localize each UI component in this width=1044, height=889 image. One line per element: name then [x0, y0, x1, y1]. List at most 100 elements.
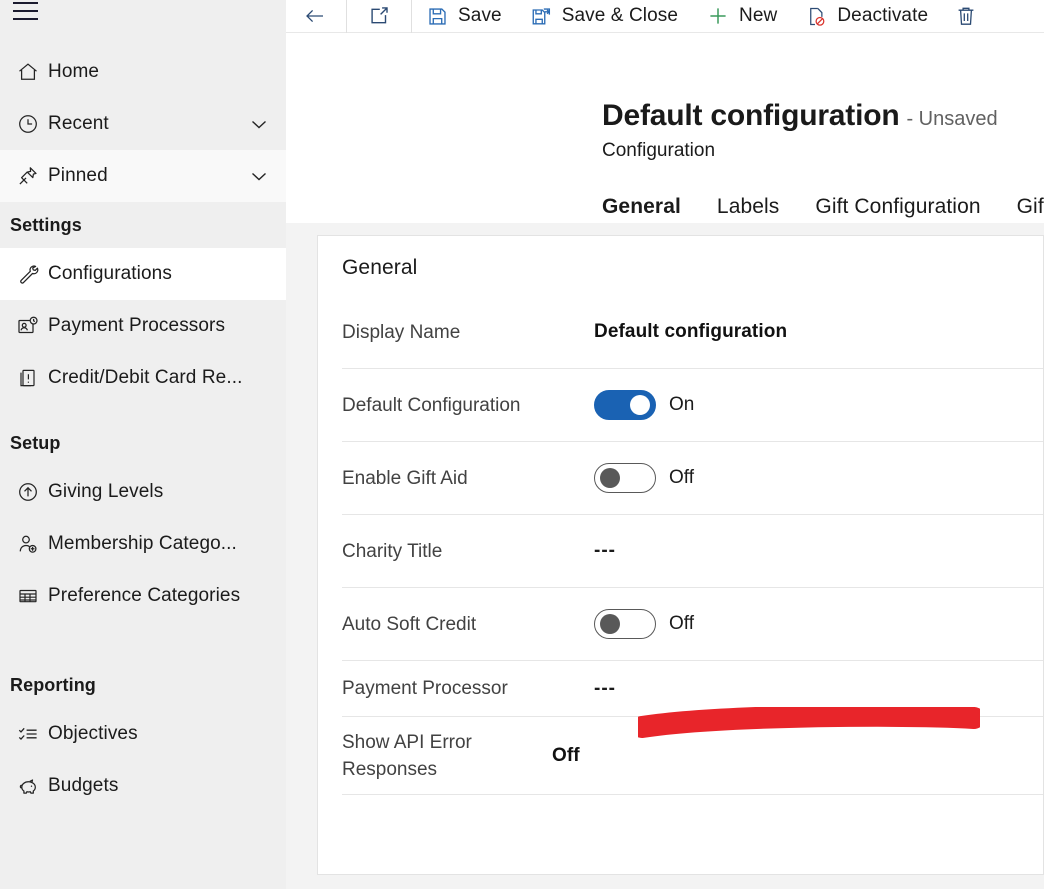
save-label: Save [458, 5, 502, 27]
sidebar: Home Recent [0, 0, 286, 889]
auto-soft-credit-toggle[interactable] [594, 609, 656, 639]
new-label: New [739, 5, 777, 27]
open-in-new-button[interactable] [347, 0, 411, 33]
deactivate-button[interactable]: Deactivate [791, 0, 942, 33]
grid-table-icon [8, 584, 48, 608]
sidebar-item-label: Credit/Debit Card Re... [48, 367, 272, 389]
sidebar-group-reporting-title: Reporting [0, 662, 286, 708]
sidebar-item-configurations[interactable]: Configurations [0, 248, 286, 300]
hamburger-line [13, 10, 38, 12]
trash-icon [954, 4, 978, 28]
form-card: General Display Name Default configurati… [317, 235, 1044, 875]
sidebar-item-label: Configurations [48, 263, 272, 285]
tab-label: Labels [717, 195, 779, 218]
save-button[interactable]: Save [412, 0, 516, 33]
save-icon [426, 5, 449, 28]
main-content: Save Save & Close [286, 0, 1044, 889]
sidebar-item-preference-categories[interactable]: Preference Categories [0, 570, 286, 622]
field-value: Off [594, 609, 1043, 639]
deactivate-icon [805, 5, 828, 28]
field-label: Default Configuration [342, 392, 594, 419]
field-value: Off [594, 463, 1043, 493]
field-value[interactable]: Default configuration [594, 321, 1043, 343]
sidebar-item-membership-categories[interactable]: Membership Catego... [0, 518, 286, 570]
hamburger-line [13, 2, 38, 4]
checklist-icon [8, 722, 48, 746]
save-and-close-button[interactable]: Save & Close [516, 0, 692, 33]
field-row-enable-gift-aid: Enable Gift Aid Off [342, 442, 1043, 515]
toggle-state-label: On [669, 394, 694, 416]
payment-card-icon [8, 314, 48, 338]
save-close-icon [530, 5, 553, 28]
clock-icon [8, 112, 48, 136]
back-button[interactable] [286, 0, 346, 33]
field-value[interactable]: Off [552, 745, 1043, 767]
toggle-state-label: Off [669, 613, 694, 635]
field-label: Payment Processor [342, 675, 594, 702]
new-button[interactable]: New [692, 0, 791, 33]
record-entity-name: Configuration [602, 140, 715, 162]
sidebar-item-objectives[interactable]: Objectives [0, 708, 286, 760]
sidebar-item-home[interactable]: Home [0, 46, 286, 98]
payment-processor-value: --- [594, 678, 616, 700]
default-configuration-toggle[interactable] [594, 390, 656, 420]
field-label: Charity Title [342, 538, 594, 565]
field-value[interactable]: --- [594, 540, 1043, 562]
sidebar-item-label: Preference Categories [48, 585, 272, 607]
delete-button[interactable] [942, 0, 990, 33]
field-value[interactable]: --- [594, 678, 1043, 700]
field-row-default-configuration: Default Configuration On [342, 369, 1043, 442]
form-fields: Display Name Default configuration Defau… [318, 296, 1043, 795]
show-api-error-responses-value: Off [552, 745, 580, 767]
deactivate-label: Deactivate [837, 5, 928, 27]
field-value: On [594, 390, 1043, 420]
toggle-knob [600, 468, 620, 488]
field-row-charity-title: Charity Title --- [342, 515, 1043, 588]
hamburger-line [13, 18, 38, 20]
open-in-new-icon [367, 4, 391, 28]
sidebar-item-payment-processors[interactable]: Payment Processors [0, 300, 286, 352]
enable-gift-aid-toggle[interactable] [594, 463, 656, 493]
back-arrow-icon [302, 3, 328, 29]
sidebar-item-label: Giving Levels [48, 481, 272, 503]
toggle-knob [630, 395, 650, 415]
tab-label: General [602, 195, 681, 218]
field-label: Auto Soft Credit [342, 611, 594, 638]
sidebar-item-label: Home [48, 61, 272, 83]
field-row-payment-processor: Payment Processor --- [342, 661, 1043, 717]
command-bar: Save Save & Close [286, 0, 1044, 33]
sidebar-item-label: Payment Processors [48, 315, 272, 337]
home-icon [8, 60, 48, 84]
plus-icon [706, 4, 730, 28]
piggy-bank-icon [8, 774, 48, 798]
field-row-auto-soft-credit: Auto Soft Credit Off [342, 588, 1043, 661]
sidebar-item-budgets[interactable]: Budgets [0, 760, 286, 812]
sidebar-group-setup-title: Setup [0, 420, 286, 466]
sidebar-top-nav: Home Recent [0, 46, 286, 812]
tab-label: Gift Batch Configurations [1017, 195, 1044, 218]
field-label: Display Name [342, 319, 594, 346]
sidebar-item-giving-levels[interactable]: Giving Levels [0, 466, 286, 518]
hamburger-icon[interactable] [9, 0, 43, 26]
chevron-down-icon[interactable] [246, 163, 272, 189]
display-name-value: Default configuration [594, 321, 787, 343]
arrow-up-circle-icon [8, 480, 48, 504]
field-label: Enable Gift Aid [342, 465, 594, 492]
record-title-line: Default configuration - Unsaved [602, 99, 998, 133]
toggle-knob [600, 614, 620, 634]
form-body-region: General Display Name Default configurati… [286, 224, 1044, 889]
sidebar-item-label: Recent [48, 113, 246, 135]
field-label: Show API Error Responses [342, 729, 552, 783]
card-response-icon [8, 366, 48, 390]
chevron-down-icon[interactable] [246, 111, 272, 137]
sidebar-group-settings-title: Settings [0, 202, 286, 248]
sidebar-item-recent[interactable]: Recent [0, 98, 286, 150]
sidebar-item-label: Objectives [48, 723, 272, 745]
record-header: Default configuration - Unsaved Configur… [286, 33, 1044, 223]
section-title: General [318, 236, 1043, 280]
toggle-state-label: Off [669, 467, 694, 489]
wrench-icon [8, 262, 48, 286]
sidebar-item-credit-debit-card-responses[interactable]: Credit/Debit Card Re... [0, 352, 286, 404]
page-title: Default configuration [602, 99, 899, 133]
sidebar-item-pinned[interactable]: Pinned [0, 150, 286, 202]
